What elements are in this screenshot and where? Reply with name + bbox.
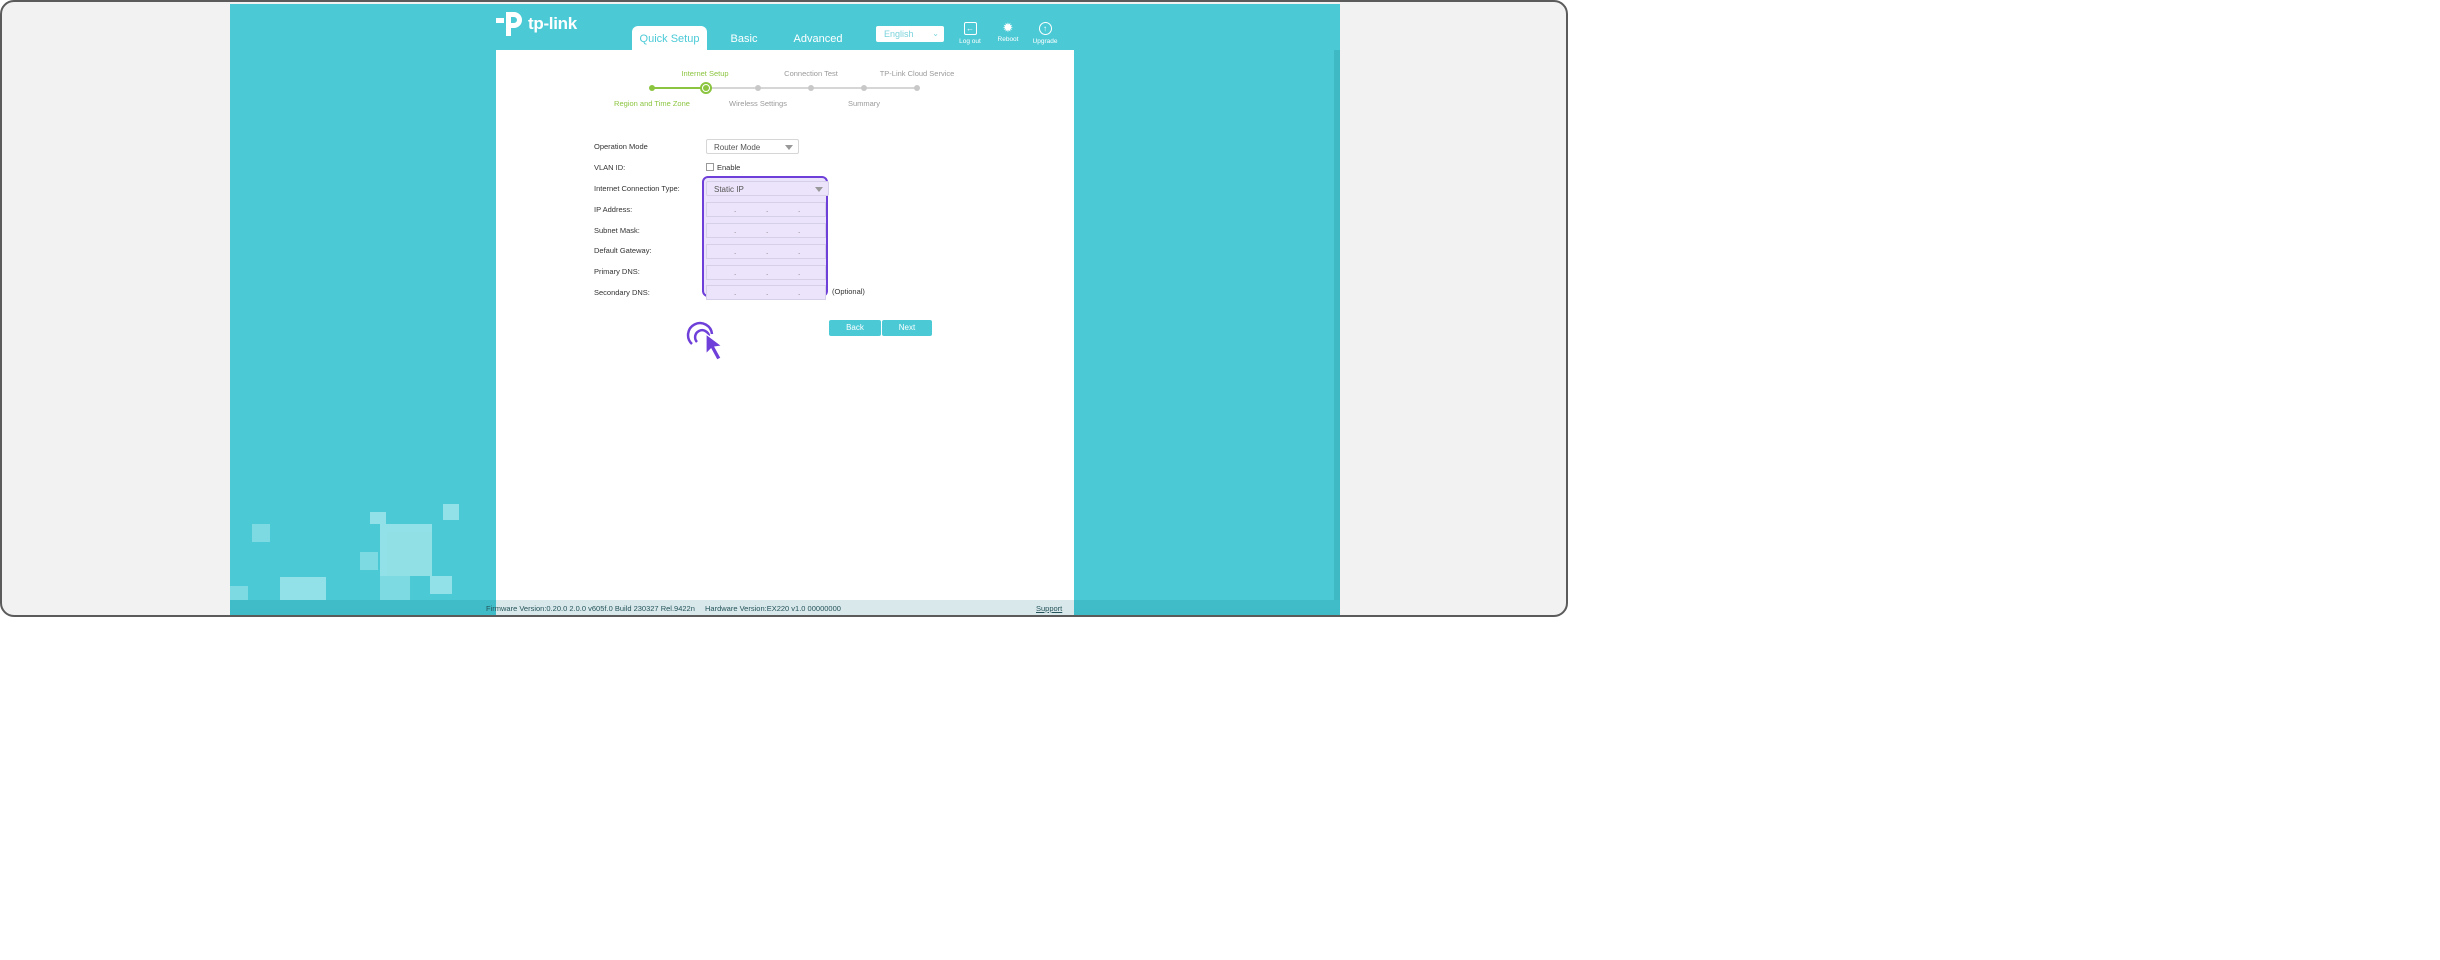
connection-type-label: Internet Connection Type: <box>594 184 680 193</box>
step-dot-cloud <box>914 85 920 91</box>
click-cursor-icon <box>686 321 724 361</box>
step-dot-wireless <box>755 85 761 91</box>
secondary-dns-optional-note: (Optional) <box>832 287 865 296</box>
upgrade-label: Upgrade <box>1032 38 1058 45</box>
next-button[interactable]: Next <box>882 320 932 336</box>
router-admin-page: tp-link Quick Setup Basic Advanced Engli… <box>230 4 1340 615</box>
logo-text: tp-link <box>528 14 577 33</box>
main-panel: Internet Setup Connection Test TP-Link C… <box>496 50 1074 615</box>
tab-quick-setup[interactable]: Quick Setup <box>632 26 707 52</box>
vlan-enable-checkbox[interactable] <box>706 163 714 171</box>
primary-dns-input[interactable]: ... <box>706 265 826 280</box>
progress-line-done <box>652 87 706 89</box>
logout-label: Log out <box>959 38 981 45</box>
firmware-version: Firmware Version:0.20.0 2.0.0 v605f.0 Bu… <box>486 604 695 613</box>
step-label-region: Region and Time Zone <box>614 99 690 108</box>
secondary-dns-input[interactable]: ... <box>706 285 826 300</box>
ip-address-input[interactable]: ... <box>706 202 826 217</box>
default-gateway-input[interactable]: ... <box>706 244 826 259</box>
vlan-id-label: VLAN ID: <box>594 163 626 172</box>
default-gateway-label: Default Gateway: <box>594 246 652 255</box>
step-dot-internet <box>700 82 712 94</box>
logout-button[interactable]: ← Log out <box>954 22 986 45</box>
step-label-cloud-service: TP-Link Cloud Service <box>879 69 955 78</box>
step-dot-connection-test <box>808 85 814 91</box>
step-label-connection-test: Connection Test <box>784 69 838 78</box>
vlan-enable-label: Enable <box>717 163 741 172</box>
decorative-pattern <box>230 586 248 600</box>
step-label-wireless: Wireless Settings <box>729 99 787 108</box>
screenshot-frame: tp-link Quick Setup Basic Advanced Engli… <box>0 0 1568 617</box>
step-dot-summary <box>861 85 867 91</box>
decorative-pattern <box>252 524 270 542</box>
step-label-internet-setup: Internet Setup <box>681 69 729 78</box>
upgrade-button[interactable]: ↑ Upgrade <box>1029 22 1061 45</box>
support-link[interactable]: Support <box>1036 604 1062 613</box>
subnet-mask-input[interactable]: ... <box>706 223 826 238</box>
language-select[interactable]: English ⌄ <box>876 26 944 42</box>
reboot-button[interactable]: ✹ Reboot <box>992 20 1024 43</box>
secondary-dns-label: Secondary DNS: <box>594 288 650 297</box>
ip-address-label: IP Address: <box>594 205 633 214</box>
footer: Firmware Version:0.20.0 2.0.0 v605f.0 Bu… <box>230 600 1340 615</box>
scrollbar-track[interactable] <box>1334 50 1340 610</box>
language-value: English <box>884 29 914 39</box>
tab-basic[interactable]: Basic <box>720 26 768 52</box>
tab-advanced[interactable]: Advanced <box>786 26 850 52</box>
chevron-down-icon <box>785 145 793 150</box>
primary-dns-label: Primary DNS: <box>594 267 640 276</box>
operation-mode-select[interactable]: Router Mode <box>706 139 799 154</box>
step-dot-region <box>649 85 655 91</box>
logout-icon: ← <box>963 22 977 35</box>
reboot-label: Reboot <box>997 36 1019 43</box>
reboot-icon: ✹ <box>1002 20 1014 35</box>
connection-type-value: Static IP <box>714 185 744 194</box>
decorative-pattern <box>387 532 432 576</box>
decorative-pattern <box>430 576 452 594</box>
subnet-mask-label: Subnet Mask: <box>594 226 640 235</box>
chevron-down-icon: ⌄ <box>932 29 939 38</box>
back-button[interactable]: Back <box>829 320 881 336</box>
decorative-pattern <box>370 512 386 524</box>
upgrade-icon: ↑ <box>1038 22 1052 35</box>
tp-link-logo-icon <box>496 12 522 36</box>
operation-mode-value: Router Mode <box>714 143 761 152</box>
chevron-down-icon <box>815 187 823 192</box>
decorative-pattern <box>443 504 459 520</box>
decorative-pattern <box>360 552 378 570</box>
step-label-summary: Summary <box>847 99 881 108</box>
tp-link-logo: tp-link <box>496 10 577 38</box>
connection-type-select[interactable]: Static IP <box>706 181 829 196</box>
operation-mode-label: Operation Mode <box>594 142 648 151</box>
hardware-version: Hardware Version:EX220 v1.0 00000000 <box>705 604 841 613</box>
